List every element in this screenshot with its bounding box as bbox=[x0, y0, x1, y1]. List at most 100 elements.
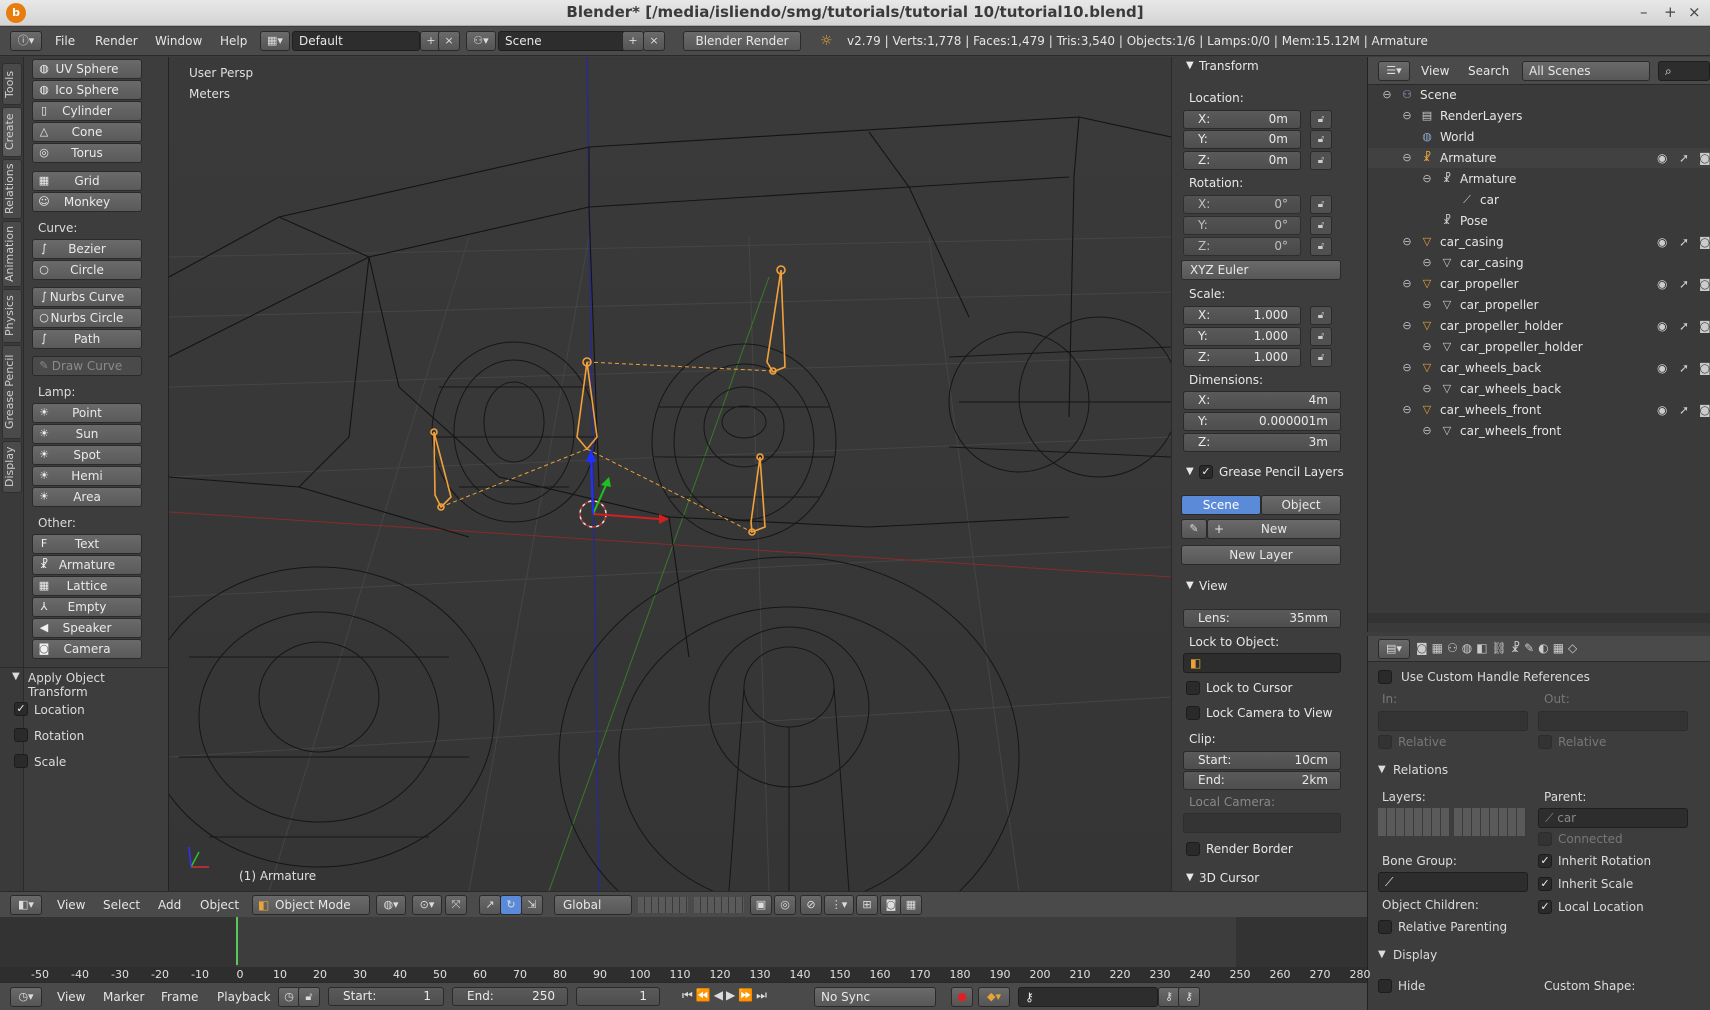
eye-icon[interactable]: ◉ bbox=[1657, 277, 1667, 291]
outliner-row[interactable]: ⊖ ☧ Armature bbox=[1368, 169, 1710, 189]
apply-location-checkbox[interactable]: ✓ bbox=[14, 702, 28, 716]
interaction-mode-dropdown[interactable]: ◧ Object Mode bbox=[252, 895, 370, 915]
cursor-icon[interactable]: ➚ bbox=[1679, 151, 1689, 165]
snap-toggle-icon[interactable]: ⊘ bbox=[800, 895, 822, 915]
add-hemi-lamp-button[interactable]: ☀ Hemi bbox=[32, 466, 142, 486]
render-image-icon[interactable]: ◙ bbox=[880, 895, 902, 915]
camera-render-icon[interactable]: ◙ bbox=[1699, 361, 1710, 375]
add-monkey-button[interactable]: ☺ Monkey bbox=[32, 192, 142, 212]
eye-icon[interactable]: ◉ bbox=[1657, 319, 1667, 333]
camera-render-icon[interactable]: ◙ bbox=[1699, 403, 1710, 417]
lock-range-icon[interactable]: 🔓︎ bbox=[298, 987, 320, 1007]
camera-render-icon[interactable]: ◙ bbox=[1699, 277, 1710, 291]
add-text-button[interactable]: F Text bbox=[32, 534, 142, 554]
outliner-row[interactable]: ⊖ ▽ car_wheels_back bbox=[1368, 379, 1710, 399]
outliner-row[interactable]: ⊖ ▽ car_casing ◉ ➚ ◙ bbox=[1368, 232, 1710, 252]
add-sun-lamp-button[interactable]: ☀ Sun bbox=[32, 424, 142, 444]
scale-y-field[interactable]: Y: 1.000 bbox=[1183, 327, 1301, 346]
tab-physics[interactable]: Physics bbox=[2, 289, 22, 343]
cursor-icon[interactable]: ➚ bbox=[1679, 361, 1689, 375]
clip-start-field[interactable]: Start: 10cm bbox=[1183, 751, 1341, 770]
editor-type-properties-icon[interactable]: ▤▾ bbox=[1378, 639, 1410, 659]
add-bezier-button[interactable]: ∫ Bezier bbox=[32, 239, 142, 259]
expand-toggle-icon[interactable]: ⊖ bbox=[1400, 151, 1414, 165]
add-cylinder-button[interactable]: ▯ Cylinder bbox=[32, 101, 142, 121]
editor-type-timeline-icon[interactable]: ◷▾ bbox=[10, 987, 42, 1007]
add-menu[interactable]: Add bbox=[158, 898, 181, 912]
view-collapse-icon[interactable]: ▼ bbox=[1186, 580, 1194, 591]
render-border-checkbox[interactable] bbox=[1186, 842, 1200, 856]
editor-type-outliner-icon[interactable]: ☰▾ bbox=[1378, 61, 1410, 81]
add-armature-button[interactable]: ☧ Armature bbox=[32, 555, 142, 575]
lock-rotation-y-icon[interactable]: 🔓︎ bbox=[1310, 216, 1332, 235]
relative-parenting-checkbox[interactable] bbox=[1378, 920, 1392, 934]
grease-object-tab[interactable]: Object bbox=[1261, 495, 1341, 515]
add-lattice-button[interactable]: ▦ Lattice bbox=[32, 576, 142, 596]
add-torus-button[interactable]: ◎ Torus bbox=[32, 143, 142, 163]
grease-collapse-icon[interactable]: ▼ bbox=[1186, 466, 1194, 477]
eye-icon[interactable]: ◉ bbox=[1657, 403, 1667, 417]
collapse-triangle-icon[interactable]: ▼ bbox=[12, 671, 20, 682]
outliner-search-input[interactable]: ⌕ bbox=[1658, 61, 1710, 81]
bone-layers-grid-b[interactable] bbox=[1454, 808, 1526, 836]
expand-toggle-icon[interactable]: ⊖ bbox=[1420, 382, 1434, 396]
preview-range-icon[interactable]: ◷ bbox=[278, 987, 300, 1007]
scene-icon[interactable]: ⚇▾ bbox=[466, 31, 496, 51]
transform-orientation-dropdown[interactable]: Global bbox=[554, 895, 632, 915]
location-z-field[interactable]: Z: 0m bbox=[1183, 151, 1301, 170]
snap-element-icon[interactable]: ⋮▾ bbox=[824, 895, 854, 915]
lock-to-cursor-checkbox[interactable] bbox=[1186, 681, 1200, 695]
add-scene-icon[interactable]: + bbox=[622, 31, 644, 51]
cursor-icon[interactable]: ➚ bbox=[1679, 403, 1689, 417]
lock-to-object-field[interactable]: ◧ bbox=[1183, 653, 1341, 673]
outliner-row[interactable]: ☧ Pose bbox=[1368, 211, 1710, 231]
add-uv-sphere-button[interactable]: ◍ UV Sphere bbox=[32, 59, 142, 79]
menu-help[interactable]: Help bbox=[220, 34, 247, 48]
editor-type-info-icon[interactable]: ⓘ▾ bbox=[10, 31, 42, 51]
properties-context-tabs[interactable]: ◙▦⚇◍◧⛓☧✎◐▦◇ bbox=[1416, 641, 1581, 655]
grease-new-button[interactable]: + New bbox=[1207, 519, 1341, 539]
location-y-field[interactable]: Y: 0m bbox=[1183, 130, 1301, 149]
handle-out-field[interactable] bbox=[1538, 711, 1688, 731]
lock-rotation-z-icon[interactable]: 🔓︎ bbox=[1310, 237, 1332, 256]
scene-layers-grid-b[interactable] bbox=[694, 897, 744, 913]
display-collapse-icon[interactable]: ▼ bbox=[1378, 949, 1386, 960]
expand-toggle-icon[interactable]: ⊖ bbox=[1420, 172, 1434, 186]
lens-field[interactable]: Lens: 35mm bbox=[1183, 609, 1341, 628]
camera-render-icon[interactable]: ◙ bbox=[1699, 319, 1710, 333]
grease-pencil-datablock-icon[interactable]: ✎ bbox=[1181, 519, 1207, 539]
expand-toggle-icon[interactable]: ⊖ bbox=[1400, 361, 1414, 375]
minimize-icon[interactable]: – bbox=[1640, 3, 1648, 21]
connected-checkbox[interactable] bbox=[1538, 832, 1552, 846]
3d-viewport[interactable]: User Persp Meters (1) Armature bbox=[169, 57, 1171, 891]
menu-render[interactable]: Render bbox=[95, 34, 138, 48]
lock-scale-y-icon[interactable]: 🔓︎ bbox=[1310, 327, 1332, 346]
translate-manipulator-icon[interactable]: ↗ bbox=[479, 895, 501, 915]
add-nurbs-circle-button[interactable]: ○ Nurbs Circle bbox=[32, 308, 142, 328]
location-x-field[interactable]: X: 0m bbox=[1183, 110, 1301, 129]
tab-tools[interactable]: Tools bbox=[2, 63, 22, 105]
transform-collapse-icon[interactable]: ▼ bbox=[1186, 60, 1194, 71]
inherit-scale-checkbox[interactable]: ✓ bbox=[1538, 877, 1552, 891]
cursor-icon[interactable]: ➚ bbox=[1679, 319, 1689, 333]
new-layer-button[interactable]: New Layer bbox=[1181, 545, 1341, 565]
expand-toggle-icon[interactable]: ⊖ bbox=[1420, 298, 1434, 312]
dimension-y-field[interactable]: Y: 0.000001m bbox=[1183, 412, 1341, 431]
expand-toggle-icon[interactable] bbox=[1440, 193, 1454, 207]
add-cone-button[interactable]: △ Cone bbox=[32, 122, 142, 142]
cursor-icon[interactable]: ➚ bbox=[1679, 277, 1689, 291]
scale-z-field[interactable]: Z: 1.000 bbox=[1183, 348, 1301, 367]
tab-create[interactable]: Create bbox=[2, 107, 22, 157]
grease-scene-tab[interactable]: Scene bbox=[1181, 495, 1261, 515]
pivot-point-icon[interactable]: ⊙▾ bbox=[412, 895, 442, 915]
rotation-mode-dropdown[interactable]: XYZ Euler bbox=[1181, 260, 1341, 280]
outliner-row[interactable]: ⊖ ▽ car_wheels_back ◉ ➚ ◙ bbox=[1368, 358, 1710, 378]
timeline-marker-menu[interactable]: Marker bbox=[103, 990, 144, 1004]
outliner-view-menu[interactable]: View bbox=[1421, 64, 1449, 78]
add-point-lamp-button[interactable]: ☀ Point bbox=[32, 403, 142, 423]
render-animation-icon[interactable]: ▦ bbox=[900, 895, 922, 915]
keying-set-icon[interactable]: ◆▾ bbox=[978, 987, 1010, 1007]
current-frame-field[interactable]: 1 bbox=[576, 987, 660, 1006]
lock-layers-icon[interactable]: ▣ bbox=[750, 895, 772, 915]
outliner-display-mode-dropdown[interactable]: All Scenes bbox=[1522, 61, 1650, 81]
